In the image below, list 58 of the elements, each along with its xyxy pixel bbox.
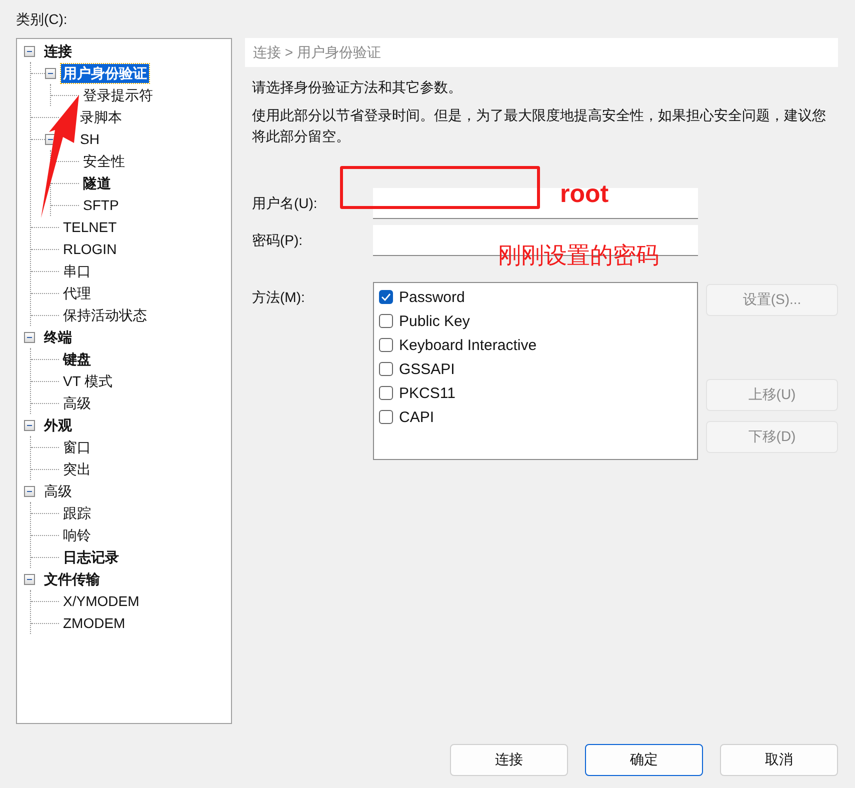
collapse-toggle-icon[interactable]: [24, 46, 35, 56]
option-label: Password: [399, 288, 465, 306]
field-label: 用户名(U):: [252, 194, 318, 212]
dialog-button[interactable]: 取消: [720, 744, 838, 776]
tree-item[interactable]: SH: [78, 130, 102, 148]
checkbox[interactable]: [379, 386, 393, 400]
tree-item[interactable]: 日志记录: [61, 548, 121, 566]
tree-item[interactable]: 响铃: [61, 526, 93, 544]
arrow-icon: [40, 94, 80, 219]
tree-item[interactable]: 终端: [42, 328, 74, 346]
tree-item[interactable]: 高级: [61, 394, 93, 412]
annotation-text: 刚刚设置的密码: [498, 241, 659, 270]
tree-item[interactable]: X/YMODEM: [61, 592, 142, 610]
breadcrumb: 连接 > 用户身份验证: [245, 38, 838, 67]
checkbox[interactable]: [379, 314, 393, 328]
field-label: 密码(P):: [252, 232, 304, 250]
tree-item[interactable]: 连接: [42, 42, 74, 60]
tree-item[interactable]: VT 模式: [61, 372, 115, 390]
tree-item[interactable]: 安全性: [81, 152, 127, 170]
option-label: CAPI: [399, 408, 434, 426]
checkbox[interactable]: [379, 362, 393, 376]
tree-item[interactable]: 高级: [42, 482, 74, 500]
tree-item[interactable]: SFTP: [81, 196, 121, 214]
tree-item[interactable]: ZMODEM: [61, 614, 128, 632]
option-label: Keyboard Interactive: [399, 336, 537, 354]
tree-item[interactable]: TELNET: [61, 218, 119, 236]
tree-item[interactable]: RLOGIN: [61, 240, 119, 258]
option-label: PKCS11: [399, 384, 456, 402]
tree-item[interactable]: 键盘: [61, 350, 93, 368]
collapse-toggle-icon[interactable]: [24, 486, 35, 496]
tree-item[interactable]: 录脚本: [78, 108, 124, 126]
tree-item[interactable]: 外观: [42, 416, 74, 434]
tree-item[interactable]: 跟踪: [61, 504, 93, 522]
tree-item[interactable]: 代理: [61, 284, 93, 302]
tree-item[interactable]: 用户身份验证: [61, 64, 149, 82]
option-label: Public Key: [399, 312, 470, 330]
tree-item[interactable]: 登录提示符: [81, 86, 155, 104]
field-label: 方法(M):: [252, 288, 306, 307]
tree-item[interactable]: 串口: [61, 262, 93, 280]
checkbox[interactable]: [379, 338, 393, 352]
tree-item[interactable]: 窗口: [61, 438, 93, 456]
dialog-button[interactable]: 连接: [450, 744, 568, 776]
checkbox[interactable]: [379, 290, 393, 304]
collapse-toggle-icon[interactable]: [24, 332, 35, 342]
tree-item[interactable]: 突出: [61, 460, 93, 478]
collapse-toggle-icon[interactable]: [24, 574, 35, 584]
tree-item[interactable]: 保持活动状态: [61, 306, 149, 324]
intro-text: 请选择身份验证方法和其它参数。: [251, 79, 463, 97]
dialog-button[interactable]: 确定: [585, 744, 703, 776]
checkbox[interactable]: [379, 410, 393, 424]
note-text: 使用此部分以节省登录时间。但是，为了最大限度地提高安全性，如果担心安全问题，建议您将此部分留空。: [251, 107, 827, 147]
tree-item[interactable]: 隧道: [81, 174, 113, 192]
annotation-text: root: [560, 180, 609, 209]
category-label: 类别(C):: [16, 11, 68, 29]
tree-item[interactable]: 文件传输: [42, 570, 102, 588]
option-label: GSSAPI: [399, 360, 455, 378]
collapse-toggle-icon[interactable]: [24, 420, 35, 430]
collapse-toggle-icon[interactable]: [45, 68, 56, 78]
